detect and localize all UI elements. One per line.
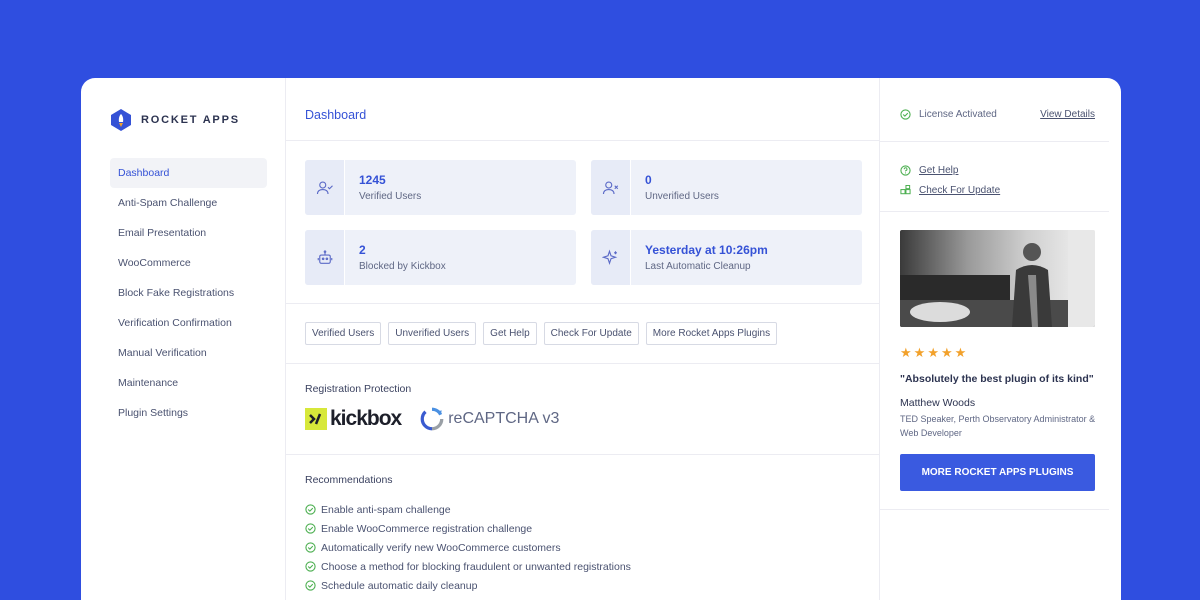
check-circle-icon — [305, 523, 316, 534]
recommendations-list: Enable anti-spam challenge Enable WooCom… — [305, 500, 631, 595]
last-cleanup-label: Last Automatic Cleanup — [645, 261, 751, 272]
kickbox-logo: kickbox — [305, 407, 402, 431]
recommendation-text: Automatically verify new WooCommerce cus… — [321, 541, 561, 554]
stat-card-last-cleanup: Yesterday at 10:26pm Last Automatic Clea… — [591, 230, 862, 285]
rocket-apps-logo-icon — [111, 109, 131, 131]
help-links: Get Help Check For Update — [900, 160, 1000, 200]
list-item: Automatically verify new WooCommerce cus… — [305, 538, 631, 557]
sparkles-icon — [601, 248, 617, 265]
view-details-link[interactable]: View Details — [1040, 109, 1095, 120]
list-item: Enable WooCommerce registration challeng… — [305, 519, 631, 538]
recommendation-text: Enable WooCommerce registration challeng… — [321, 522, 533, 535]
quick-link-unverified-users[interactable]: Unverified Users — [388, 322, 477, 345]
check-circle-icon — [305, 542, 316, 553]
registration-protection-title: Registration Protection — [305, 383, 412, 395]
divider — [286, 454, 880, 455]
divider — [286, 303, 880, 304]
list-item: Enable anti-spam challenge — [305, 500, 631, 519]
check-circle-icon — [305, 561, 316, 572]
kickbox-mark-icon — [305, 408, 327, 430]
brand-name: ROCKET APPS — [141, 114, 240, 126]
right-panel: License Activated View Details Get Help … — [880, 78, 1109, 600]
puzzle-icon — [900, 184, 911, 194]
sidebar-nav: Dashboard Anti-Spam Challenge Email Pres… — [110, 158, 267, 428]
protection-providers: kickbox reCAPTCHA v3 — [305, 406, 559, 432]
testimonial-author: Matthew Woods — [900, 397, 976, 409]
sidebar-item-plugin-settings[interactable]: Plugin Settings — [110, 398, 267, 428]
stat-card-blocked-by-kickbox: 2 Blocked by Kickbox — [305, 230, 576, 285]
star-icon: ★ — [913, 345, 926, 360]
quick-link-get-help[interactable]: Get Help — [483, 322, 537, 345]
blocked-count: 2 — [359, 243, 366, 257]
recommendation-text: Enable anti-spam challenge — [321, 503, 451, 516]
quick-links: Verified Users Unverified Users Get Help… — [305, 322, 778, 345]
robot-icon — [317, 249, 332, 264]
last-cleanup-value: Yesterday at 10:26pm — [645, 243, 768, 257]
license-status: License Activated View Details — [900, 109, 1095, 120]
sidebar-item-maintenance[interactable]: Maintenance — [110, 368, 267, 398]
check-for-update-link[interactable]: Check For Update — [900, 180, 1000, 200]
star-icon: ★ — [900, 345, 912, 360]
testimonial-photo-image — [900, 230, 1095, 327]
quick-link-check-for-update[interactable]: Check For Update — [543, 322, 639, 345]
verified-users-count: 1245 — [359, 173, 386, 187]
star-icon: ★ — [927, 345, 939, 360]
check-for-update-label[interactable]: Check For Update — [919, 185, 1000, 196]
license-label: License Activated — [919, 109, 997, 120]
get-help-link[interactable]: Get Help — [900, 160, 1000, 180]
check-circle-icon — [305, 504, 316, 515]
recommendations-title: Recommendations — [305, 474, 393, 486]
kickbox-name: kickbox — [330, 407, 402, 430]
main-header: Dashboard — [286, 78, 879, 141]
list-item: Choose a method for blocking fraudulent … — [305, 557, 631, 576]
sidebar-item-dashboard[interactable]: Dashboard — [110, 158, 267, 188]
quick-link-more-plugins[interactable]: More Rocket Apps Plugins — [645, 322, 778, 345]
logo: ROCKET APPS — [109, 108, 240, 132]
verified-users-label: Verified Users — [359, 191, 422, 202]
star-icon: ★ — [940, 345, 953, 360]
stat-card-verified-users: 1245 Verified Users — [305, 160, 576, 215]
testimonial-photo — [900, 230, 1095, 327]
sidebar-item-block-fake-registrations[interactable]: Block Fake Registrations — [110, 278, 267, 308]
sidebar-item-verification-confirmation[interactable]: Verification Confirmation — [110, 308, 267, 338]
page-title: Dashboard — [305, 108, 367, 122]
recaptcha-logo: reCAPTCHA v3 — [419, 406, 559, 432]
help-circle-icon — [900, 164, 911, 176]
divider — [286, 363, 880, 364]
recommendation-text: Schedule automatic daily cleanup — [321, 579, 478, 592]
sidebar-item-manual-verification[interactable]: Manual Verification — [110, 338, 267, 368]
sidebar: ROCKET APPS Dashboard Anti-Spam Challeng… — [81, 78, 286, 600]
blocked-label: Blocked by Kickbox — [359, 261, 446, 272]
get-help-label[interactable]: Get Help — [919, 165, 958, 176]
list-item: Schedule automatic daily cleanup — [305, 576, 631, 595]
dashboard-card: ROCKET APPS Dashboard Anti-Spam Challeng… — [81, 78, 1121, 600]
check-circle-icon — [305, 580, 316, 591]
unverified-users-label: Unverified Users — [645, 191, 719, 202]
user-check-icon — [316, 180, 333, 194]
quick-link-verified-users[interactable]: Verified Users — [305, 322, 382, 345]
testimonial-quote: "Absolutely the best plugin of its kind" — [900, 373, 1094, 385]
sidebar-item-woocommerce[interactable]: WooCommerce — [110, 248, 267, 278]
star-icon: ★ — [954, 345, 967, 360]
sidebar-item-anti-spam-challenge[interactable]: Anti-Spam Challenge — [110, 188, 267, 218]
unverified-users-count: 0 — [645, 173, 652, 187]
rating-stars: ★ ★ ★ ★ ★ — [900, 346, 966, 359]
user-x-icon — [602, 180, 618, 194]
divider — [880, 141, 1109, 142]
check-circle-icon — [900, 109, 911, 120]
recaptcha-icon — [420, 407, 444, 431]
divider — [880, 211, 1109, 212]
testimonial-author-role: TED Speaker, Perth Observatory Administr… — [900, 414, 1096, 438]
recaptcha-name: reCAPTCHA v3 — [448, 410, 560, 427]
main-content: Dashboard 1245 Verified Users 0 Unverifi… — [286, 78, 880, 600]
more-plugins-button[interactable]: MORE ROCKET APPS PLUGINS — [900, 454, 1095, 491]
sidebar-item-email-presentation[interactable]: Email Presentation — [110, 218, 267, 248]
stat-card-unverified-users: 0 Unverified Users — [591, 160, 862, 215]
recommendation-text: Choose a method for blocking fraudulent … — [321, 560, 631, 573]
divider — [880, 509, 1109, 510]
